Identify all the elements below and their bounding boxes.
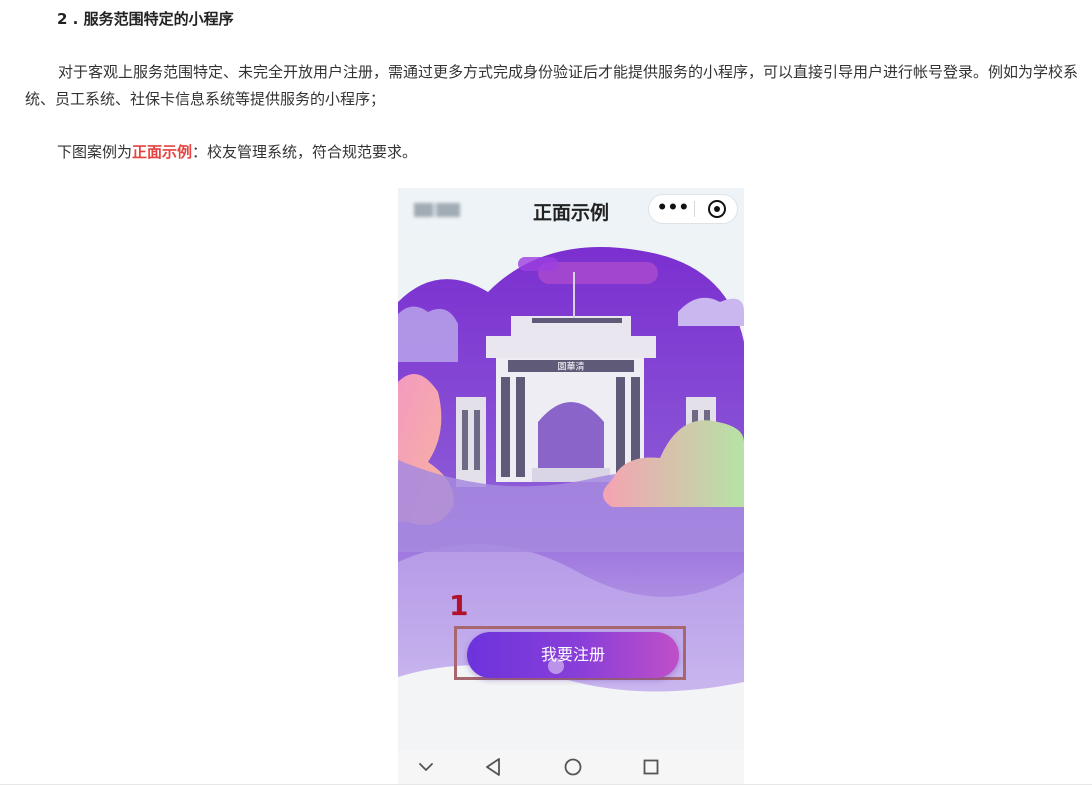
section-heading: 2 . 服务范围特定的小程序 (57, 10, 234, 28)
triangle-back-icon[interactable] (479, 753, 509, 781)
mini-program-navbar: 正面示例 ••• (398, 188, 744, 232)
circle-home-icon[interactable] (558, 753, 588, 781)
android-nav-bar (398, 750, 744, 784)
phone-screenshot: 正面示例 ••• 園華清 1 我要注册 (398, 188, 744, 784)
more-dots-icon[interactable]: ••• (655, 197, 691, 221)
caption-prefix: 下图案例为 (57, 143, 133, 161)
caption-emphasis: 正面示例 (132, 143, 193, 161)
square-recent-icon[interactable] (636, 753, 666, 781)
chevron-down-icon[interactable] (411, 753, 441, 781)
target-icon[interactable] (708, 200, 726, 218)
annotation-number: 1 (449, 589, 469, 622)
example-caption: 下图案例为正面示例：校友管理系统，符合规范要求。 (57, 139, 1092, 166)
caption-suffix: ：校友管理系统，符合规范要求。 (192, 143, 418, 161)
register-button[interactable]: 我要注册 (467, 632, 679, 678)
intro-paragraph: 对于客观上服务范围特定、未完全开放用户注册，需通过更多方式完成身份验证后才能提供… (25, 63, 1079, 108)
gate-plaque-text: 園華清 (557, 361, 584, 373)
capsule-divider (694, 201, 695, 217)
touch-indicator (548, 658, 564, 674)
capsule-menu: ••• (648, 194, 738, 224)
page-bottom-line (0, 784, 1092, 785)
